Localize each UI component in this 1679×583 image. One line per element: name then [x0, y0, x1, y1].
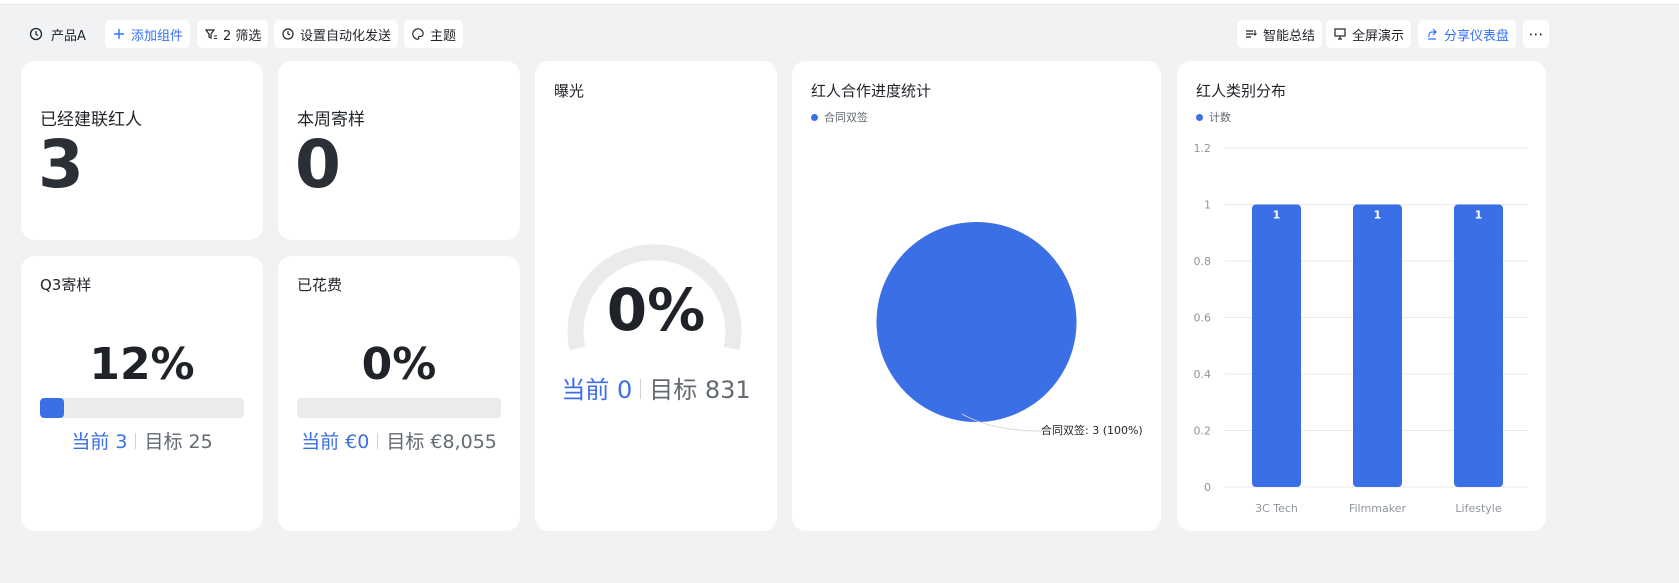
current-target: 当前 0 目标 831: [535, 370, 777, 405]
clock-icon: [29, 27, 43, 41]
contacted-influencers-card: 已经建联红人 3: [21, 61, 263, 240]
filter-icon: [204, 29, 217, 39]
target-value: 目标 831: [649, 376, 751, 404]
divider: [135, 433, 137, 449]
filter-label: 2 筛选: [223, 28, 262, 44]
bar-value-label: 1: [1273, 209, 1281, 222]
y-tick-label: 0.2: [1194, 425, 1212, 438]
influencer-category-card: 红人类别分布 计数 0 0.2 0.4 0.6 0.8 1 1.2 1 3C Tech 1 Film…: [1177, 61, 1546, 531]
divider: [640, 379, 642, 399]
y-tick-label: 0.8: [1194, 255, 1212, 268]
smart-summary-button[interactable]: 智能总结: [1237, 20, 1323, 48]
current-target: 当前 3 目标 25: [21, 427, 263, 454]
bar-value-label: 1: [1374, 209, 1382, 222]
bar[interactable]: [1454, 204, 1503, 488]
share-icon: [1428, 28, 1437, 40]
metric-value: 0: [295, 126, 341, 203]
y-tick-label: 0.6: [1194, 312, 1212, 325]
pie-slice[interactable]: [876, 222, 1077, 422]
bar[interactable]: [1252, 204, 1301, 488]
y-tick-label: 0.4: [1194, 368, 1212, 381]
top-border: [0, 0, 1679, 5]
add-component-label: 添加组件: [131, 28, 184, 44]
x-tick-label: Filmmaker: [1349, 502, 1407, 515]
summary-icon: [1246, 30, 1257, 38]
progress-fill: [40, 398, 65, 418]
q3-samples-card: Q3寄样 12% 当前 3 目标 25: [21, 256, 263, 531]
metric-value: 3: [38, 126, 84, 203]
more-options-button[interactable]: ⋯: [1523, 20, 1549, 48]
y-tick-label: 1: [1204, 199, 1211, 212]
add-component-button[interactable]: 添加组件: [105, 20, 191, 48]
divider: [377, 433, 379, 449]
weekly-samples-card: 本周寄样 0: [278, 61, 520, 240]
theme-button[interactable]: 主题: [404, 20, 464, 48]
slice-label: 合同双签: 3 (100%): [1041, 423, 1143, 437]
progress-percent: 12%: [89, 339, 195, 390]
plus-icon: [114, 29, 124, 39]
automation-label: 设置自动化发送: [300, 28, 392, 44]
spent-card: 已花费 0% 当前 €0 目标 €8,055: [278, 256, 520, 531]
automation-button[interactable]: 设置自动化发送: [274, 20, 399, 48]
x-tick-label: 3C Tech: [1255, 502, 1298, 515]
presentation-icon: [1334, 28, 1346, 40]
gauge-percent: 0%: [606, 276, 706, 344]
target-value: 目标 25: [144, 431, 213, 453]
progress-track: [297, 398, 501, 418]
current-value: 当前 3: [71, 431, 128, 453]
card-title: Q3寄样: [40, 276, 92, 294]
y-tick-label: 0: [1204, 481, 1211, 494]
product-label: 产品A: [51, 28, 86, 44]
bar-chart: 0 0.2 0.4 0.6 0.8 1 1.2 1 3C Tech 1 Filmmaker 1 Life…: [1194, 142, 1528, 515]
current-value: 当前 €0: [301, 431, 370, 453]
dashboard-toolbar: 产品A 添加组件 2 筛选 设置自动化发送 主题 智能总结 全屏演示 分享仪表盘…: [0, 20, 1679, 50]
filter-button[interactable]: 2 筛选: [197, 20, 269, 48]
card-title: 已花费: [297, 276, 343, 294]
current-target: 当前 €0 目标 €8,055: [278, 427, 520, 454]
current-value: 当前 0: [561, 376, 633, 404]
auto-send-icon: [282, 28, 294, 40]
theme-label: 主题: [430, 28, 457, 44]
share-label: 分享仪表盘: [1444, 28, 1510, 44]
palette-icon: [412, 28, 424, 40]
progress-percent: 0%: [361, 339, 437, 390]
bar-value-label: 1: [1475, 209, 1483, 222]
exposure-card: 曝光 0% 当前 0 目标 831: [535, 61, 777, 531]
pie-chart: 合同双签: 3 (100%): [876, 222, 1143, 437]
smart-summary-label: 智能总结: [1263, 28, 1316, 44]
target-value: 目标 €8,055: [386, 431, 497, 453]
product-selector[interactable]: 产品A: [22, 20, 93, 48]
cooperation-progress-card: 红人合作进度统计 合同双签 合同双签: 3 (100%): [792, 61, 1161, 531]
fullscreen-button[interactable]: 全屏演示: [1326, 20, 1412, 48]
more-icon: ⋯: [1528, 25, 1544, 43]
bar[interactable]: [1353, 204, 1402, 488]
y-tick-label: 1.2: [1194, 142, 1212, 155]
progress-track: [40, 398, 244, 418]
share-dashboard-button[interactable]: 分享仪表盘: [1418, 20, 1517, 48]
fullscreen-label: 全屏演示: [1352, 28, 1405, 44]
x-tick-label: Lifestyle: [1455, 502, 1501, 515]
